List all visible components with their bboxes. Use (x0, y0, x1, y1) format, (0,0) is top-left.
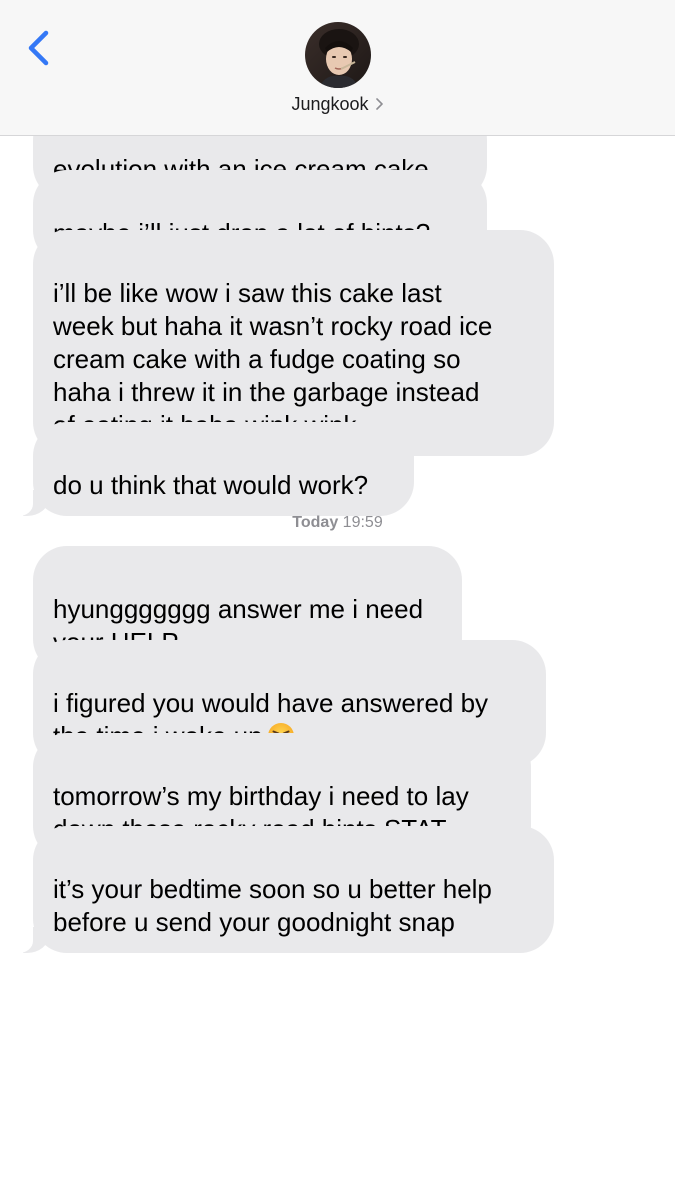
message-bubble[interactable]: do u think that would work? (11, 422, 414, 516)
message-thread[interactable]: evolution with an ice cream cake maybe i… (0, 0, 675, 1200)
avatar[interactable] (305, 22, 371, 88)
contact-name: Jungkook (291, 94, 369, 114)
messages-screen: evolution with an ice cream cake maybe i… (0, 0, 675, 1200)
conversation-header: Jungkook (0, 0, 675, 136)
thread-timestamp: Today 19:59 (0, 514, 675, 532)
message-text: it’s your bedtime soon so u better help … (53, 874, 492, 937)
contact-photo (305, 22, 371, 88)
back-button[interactable] (20, 26, 60, 70)
timestamp-time: 19:59 (342, 514, 383, 531)
chevron-left-icon (28, 30, 49, 66)
message-text: i’ll be like wow i saw this cake last we… (53, 278, 493, 440)
contact-name-button[interactable]: Jungkook (0, 94, 675, 115)
chevron-right-icon (375, 98, 383, 110)
message-bubble[interactable]: it’s your bedtime soon so u better help … (11, 826, 554, 953)
timestamp-day: Today (292, 514, 339, 531)
message-text: do u think that would work? (53, 470, 369, 500)
